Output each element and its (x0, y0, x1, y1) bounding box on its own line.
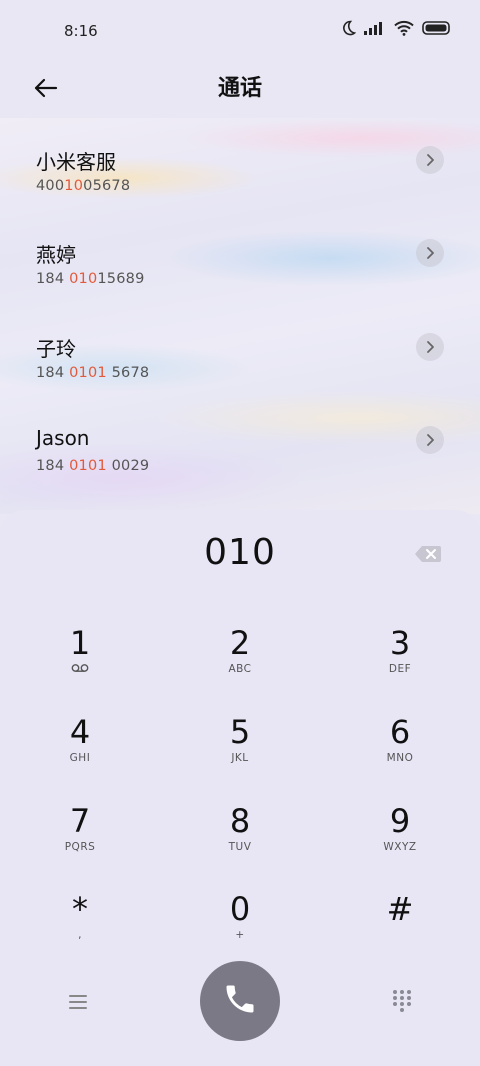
page-title: 通话 (217, 76, 262, 101)
contact-number: 4001005678 (36, 178, 131, 194)
status-time: 8:16 (64, 22, 98, 40)
key-2[interactable]: 2 ABC (160, 608, 320, 696)
phone-icon (222, 981, 258, 1021)
call-button[interactable] (200, 961, 280, 1041)
voicemail-icon (0, 663, 160, 677)
key-1[interactable]: 1 (0, 608, 160, 696)
key-5[interactable]: 5 JKL (160, 697, 320, 785)
dialer-panel: 010 1 2 ABC 3 DEF 4 GHI 5 JKL 6 MNO 7 PQ… (0, 510, 480, 1066)
key-0[interactable]: 0 + (160, 874, 320, 962)
chevron-right-icon[interactable] (416, 239, 444, 267)
menu-icon[interactable] (64, 990, 92, 1014)
contact-row[interactable]: 小米客服 4001005678 (0, 118, 480, 211)
contact-name: 燕婷 (36, 243, 76, 267)
keypad-icon[interactable] (390, 988, 414, 1012)
do-not-disturb-moon-icon (340, 20, 356, 36)
key-hash[interactable]: # (320, 874, 480, 962)
status-icons (340, 20, 452, 36)
contact-row[interactable]: 燕婷 184 01015689 (0, 211, 480, 304)
chevron-right-icon[interactable] (416, 426, 444, 454)
chevron-right-icon[interactable] (416, 333, 444, 361)
contact-number: 184 01015689 (36, 271, 145, 287)
contact-number: 184 0101 0029 (36, 458, 150, 474)
key-8[interactable]: 8 TUV (160, 786, 320, 874)
contact-name: 子玲 (36, 337, 76, 361)
dialed-number-display[interactable]: 010 (0, 532, 480, 573)
key-star[interactable]: * , (0, 874, 160, 962)
key-7[interactable]: 7 PQRS (0, 786, 160, 874)
contact-name: Jason (36, 426, 90, 450)
backspace-icon[interactable] (414, 544, 442, 564)
contact-row[interactable]: 子玲 184 0101 5678 (0, 305, 480, 398)
battery-icon (422, 21, 452, 35)
status-bar: 8:16 (0, 0, 480, 62)
contact-match-list: 小米客服 4001005678 燕婷 184 01015689 子玲 184 0… (0, 118, 480, 514)
key-6[interactable]: 6 MNO (320, 697, 480, 785)
app-header: 通话 (0, 62, 480, 118)
contact-number: 184 0101 5678 (36, 365, 150, 381)
key-3[interactable]: 3 DEF (320, 608, 480, 696)
contact-name: 小米客服 (36, 150, 116, 174)
wifi-icon (394, 20, 414, 36)
key-9[interactable]: 9 WXYZ (320, 786, 480, 874)
cellular-signal-icon (364, 21, 386, 35)
contact-row[interactable]: Jason 184 0101 0029 (0, 398, 480, 491)
chevron-right-icon[interactable] (416, 146, 444, 174)
key-4[interactable]: 4 GHI (0, 697, 160, 785)
